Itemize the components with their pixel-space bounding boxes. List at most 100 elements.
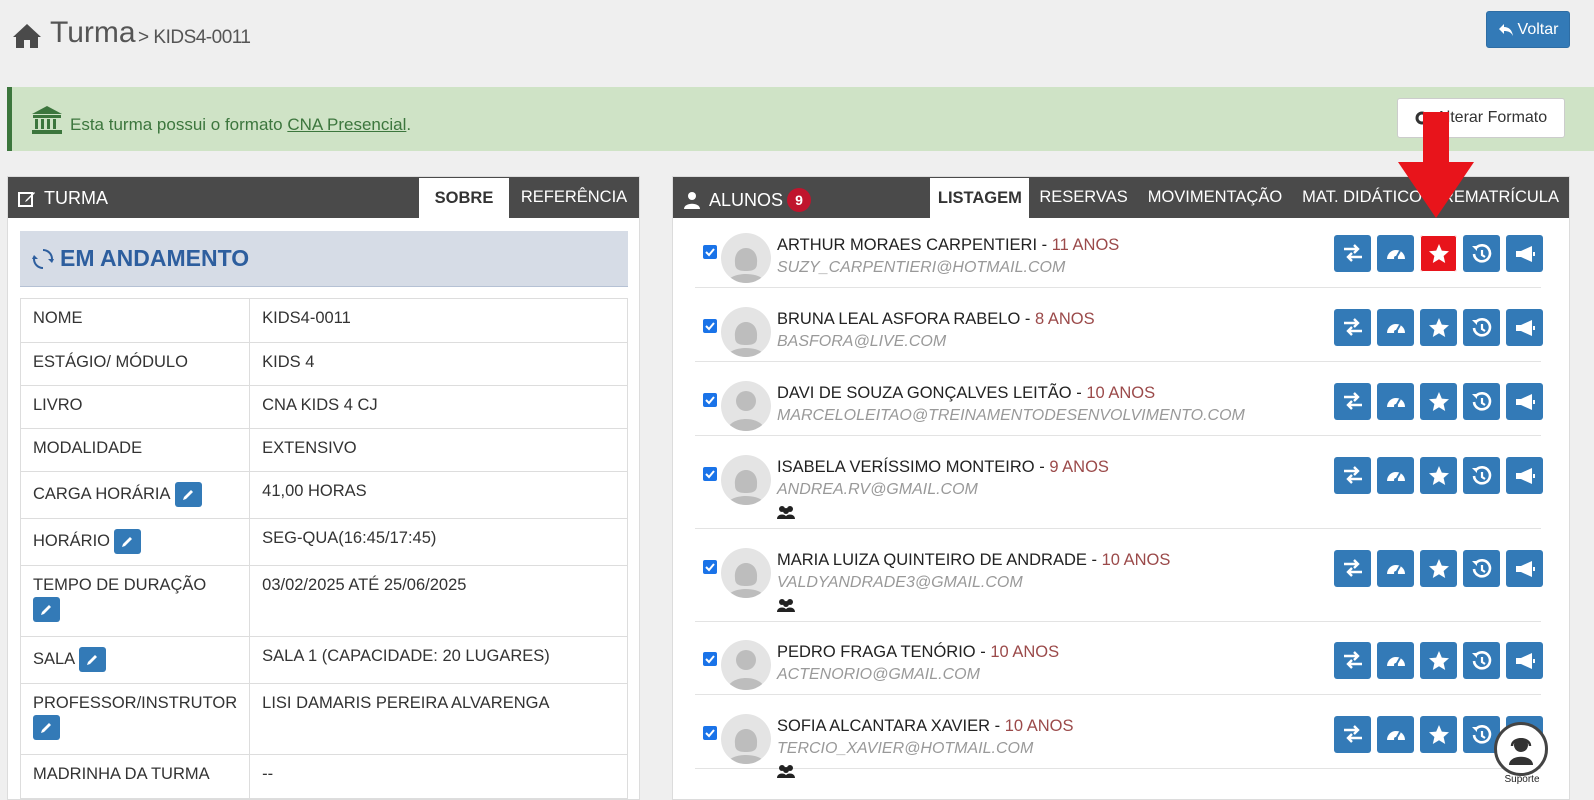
edit-sala-button[interactable]	[79, 647, 107, 672]
table-row: PROFESSOR/INSTRUTOR LISI DAMARIS PEREIRA…	[19, 683, 628, 755]
format-link[interactable]: CNA Presencial	[287, 115, 406, 134]
student-name[interactable]: BRUNA LEAL ASFORA RABELO - 8 ANOS	[777, 310, 1095, 329]
student-name[interactable]: PEDRO FRAGA TENÓRIO - 10 ANOS	[777, 643, 1059, 662]
turma-panel: TURMA SOBRE REFERÊNCIA EM ANDAMENTO NOME…	[7, 176, 640, 800]
student-row: ISABELA VERÍSSIMO MONTEIRO - 9 ANOS ANDRE…	[695, 453, 1543, 529]
megaphone-button[interactable]	[1506, 309, 1543, 346]
dashboard-icon	[1386, 249, 1405, 260]
row-label-with-edit: SALA	[19, 636, 251, 684]
edit-horario-button[interactable]	[114, 529, 142, 554]
transfer-button[interactable]	[1334, 383, 1371, 420]
student-checkbox[interactable]	[703, 319, 717, 333]
student-name[interactable]: ARTHUR MORAES CARPENTIERI - 11 ANOS	[777, 236, 1119, 255]
student-checkbox[interactable]	[703, 726, 717, 740]
transfer-button[interactable]	[1334, 309, 1371, 346]
edit-icon	[18, 191, 35, 207]
row-label-with-edit: HORÁRIO	[19, 518, 251, 566]
student-actions	[1334, 309, 1543, 346]
star-button[interactable]	[1420, 383, 1457, 420]
student-row: MARIA LUIZA QUINTEIRO DE ANDRADE - 10 AN…	[695, 546, 1543, 622]
dashboard-button[interactable]	[1377, 457, 1414, 494]
pencil-icon	[87, 655, 98, 665]
edit-carga-button[interactable]	[174, 482, 202, 507]
megaphone-button[interactable]	[1506, 642, 1543, 679]
table-row: MODALIDADE EXTENSIVO	[19, 428, 628, 472]
row-label-with-edit: CARGA HORÁRIA	[19, 471, 251, 519]
history-icon	[1471, 317, 1491, 337]
star-button[interactable]	[1420, 550, 1457, 587]
avatar	[721, 381, 771, 431]
pencil-icon	[41, 605, 51, 615]
home-icon[interactable]	[12, 22, 42, 50]
star-icon	[1428, 650, 1449, 670]
history-icon	[1471, 391, 1491, 411]
star-button[interactable]	[1420, 642, 1457, 679]
transfer-button[interactable]	[1334, 716, 1371, 753]
group-icon	[777, 764, 795, 778]
history-button[interactable]	[1463, 550, 1500, 587]
row-value: SEG-QUA(16:45/17:45)	[249, 518, 628, 566]
megaphone-button[interactable]	[1506, 383, 1543, 420]
dashboard-button[interactable]	[1377, 642, 1414, 679]
row-value: 41,00 HORAS	[249, 471, 628, 519]
student-checkbox[interactable]	[703, 652, 717, 666]
transfer-button[interactable]	[1334, 457, 1371, 494]
history-icon	[1471, 724, 1491, 744]
megaphone-button[interactable]	[1506, 457, 1543, 494]
student-checkbox[interactable]	[703, 393, 717, 407]
student-name[interactable]: MARIA LUIZA QUINTEIRO DE ANDRADE - 10 AN…	[777, 551, 1170, 570]
edit-professor-button[interactable]	[33, 715, 60, 740]
star-icon	[1428, 391, 1449, 411]
student-email: SUZY_CARPENTIERI@HOTMAIL.COM	[777, 259, 1066, 276]
history-button[interactable]	[1463, 457, 1500, 494]
pencil-icon	[122, 537, 133, 547]
avatar	[721, 714, 771, 764]
dashboard-button[interactable]	[1377, 550, 1414, 587]
tab-reservas[interactable]: RESERVAS	[1029, 177, 1137, 218]
tab-referencia[interactable]: REFERÊNCIA	[509, 177, 639, 218]
student-age: 10 ANOS	[1086, 384, 1156, 402]
student-checkbox[interactable]	[703, 560, 717, 574]
edit-duracao-button[interactable]	[33, 597, 60, 622]
student-checkbox[interactable]	[703, 245, 717, 259]
table-row: CARGA HORÁRIA 41,00 HORAS	[19, 471, 628, 519]
dashboard-button[interactable]	[1377, 309, 1414, 346]
tab-listagem[interactable]: LISTAGEM	[930, 178, 1030, 219]
table-row: NOME KIDS4-0011	[19, 298, 628, 343]
dashboard-button[interactable]	[1377, 716, 1414, 753]
star-button[interactable]	[1420, 716, 1457, 753]
row-label: MODALIDADE	[19, 428, 251, 472]
tab-movimentacao[interactable]: MOVIMENTAÇÃO	[1138, 177, 1292, 218]
table-row: SALA SALA 1 (CAPACIDADE: 20 LUGARES)	[19, 636, 628, 684]
support-widget[interactable]: Suporte	[1494, 722, 1550, 786]
history-button[interactable]	[1463, 235, 1500, 272]
history-button[interactable]	[1463, 642, 1500, 679]
student-email: ANDREA.RV@GMAIL.COM	[777, 481, 978, 498]
dashboard-button[interactable]	[1377, 235, 1414, 272]
transfer-icon	[1343, 558, 1362, 577]
history-button[interactable]	[1463, 309, 1500, 346]
student-email: TERCIO_XAVIER@HOTMAIL.COM	[777, 740, 1034, 757]
student-name[interactable]: ISABELA VERÍSSIMO MONTEIRO - 9 ANOS	[777, 458, 1109, 477]
transfer-button[interactable]	[1334, 550, 1371, 587]
megaphone-icon	[1515, 560, 1535, 577]
transfer-icon	[1343, 317, 1362, 336]
support-icon	[1494, 722, 1548, 776]
row-value: LISI DAMARIS PEREIRA ALVARENGA	[249, 683, 628, 755]
student-name[interactable]: SOFIA ALCANTARA XAVIER - 10 ANOS	[777, 717, 1074, 736]
star-button[interactable]	[1420, 235, 1457, 272]
tab-sobre[interactable]: SOBRE	[419, 178, 509, 219]
dashboard-button[interactable]	[1377, 383, 1414, 420]
history-button[interactable]	[1463, 383, 1500, 420]
transfer-icon	[1343, 650, 1362, 669]
transfer-button[interactable]	[1334, 642, 1371, 679]
student-name[interactable]: DAVI DE SOUZA GONÇALVES LEITÃO - 10 ANOS	[777, 384, 1155, 403]
star-button[interactable]	[1420, 309, 1457, 346]
back-button[interactable]: Voltar	[1486, 11, 1570, 48]
student-checkbox[interactable]	[703, 467, 717, 481]
star-button[interactable]	[1420, 457, 1457, 494]
megaphone-button[interactable]	[1506, 235, 1543, 272]
student-row: PEDRO FRAGA TENÓRIO - 10 ANOS ACTENORIO@G…	[695, 638, 1543, 695]
transfer-button[interactable]	[1334, 235, 1371, 272]
megaphone-button[interactable]	[1506, 550, 1543, 587]
